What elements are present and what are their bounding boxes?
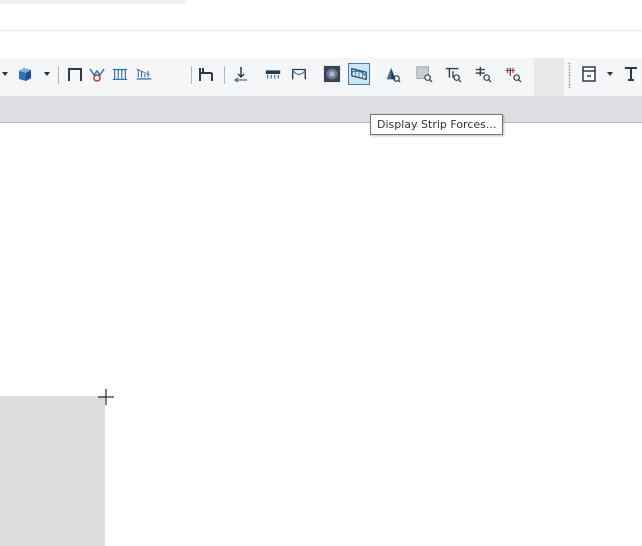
contour-icon <box>323 65 341 83</box>
tooltip: Display Strip Forces... <box>370 114 504 135</box>
tendon-query-button[interactable] <box>442 63 464 85</box>
spring-support-button[interactable] <box>86 63 108 85</box>
cable-button[interactable] <box>288 63 310 85</box>
spring-icon <box>89 68 105 82</box>
docked-panel <box>0 396 105 546</box>
display-strip-forces-button[interactable] <box>348 63 370 85</box>
frame-button[interactable] <box>64 63 86 85</box>
line-load-button[interactable] <box>133 63 155 85</box>
toolbar-grip[interactable] <box>568 62 571 88</box>
tendon-query-icon <box>445 67 462 83</box>
text-tool-icon <box>625 67 637 81</box>
toolbar-separator <box>58 66 59 84</box>
joint-force-icon <box>233 67 247 83</box>
beam-query-button[interactable] <box>472 63 494 85</box>
text-tool-button[interactable] <box>620 63 642 85</box>
window-icon <box>582 66 596 82</box>
chevron-down-icon[interactable] <box>2 71 8 77</box>
frame-section-button[interactable] <box>195 63 217 85</box>
window-view-button[interactable] <box>578 63 600 85</box>
joint-force-button[interactable] <box>230 63 252 85</box>
frame-portal-icon <box>68 68 82 81</box>
title-tab-strip <box>0 0 185 4</box>
strip-forces-icon <box>351 67 367 81</box>
dimension-query-button[interactable] <box>502 63 524 85</box>
punching-shear-icon <box>386 67 401 83</box>
cable-icon <box>292 68 306 80</box>
solid-cube-button[interactable] <box>14 63 36 85</box>
toolbar <box>0 58 642 97</box>
crosshair-cursor-icon <box>98 389 114 405</box>
wall-grid-icon <box>112 68 128 80</box>
area-query-button[interactable] <box>413 63 435 85</box>
chevron-down-icon[interactable] <box>607 71 613 77</box>
wall-grid-button[interactable] <box>109 63 131 85</box>
area-load-icon <box>265 70 281 79</box>
frame-section-icon <box>199 68 213 81</box>
area-query-icon <box>416 66 433 83</box>
window-title-bar <box>0 0 642 31</box>
solid-cube-icon <box>19 68 31 81</box>
punching-check-button[interactable] <box>381 63 403 85</box>
distributed-load-icon <box>136 68 152 80</box>
area-load-button[interactable] <box>262 63 284 85</box>
contour-display-button[interactable] <box>321 63 343 85</box>
toolbar-separator <box>224 66 225 84</box>
chevron-down-icon[interactable] <box>44 71 50 77</box>
dimension-query-icon <box>505 67 522 83</box>
beam-query-icon <box>475 66 492 83</box>
toolbar-end-spacer <box>534 58 564 96</box>
toolbar-separator <box>191 66 192 84</box>
secondary-toolbar-strip <box>0 96 642 123</box>
